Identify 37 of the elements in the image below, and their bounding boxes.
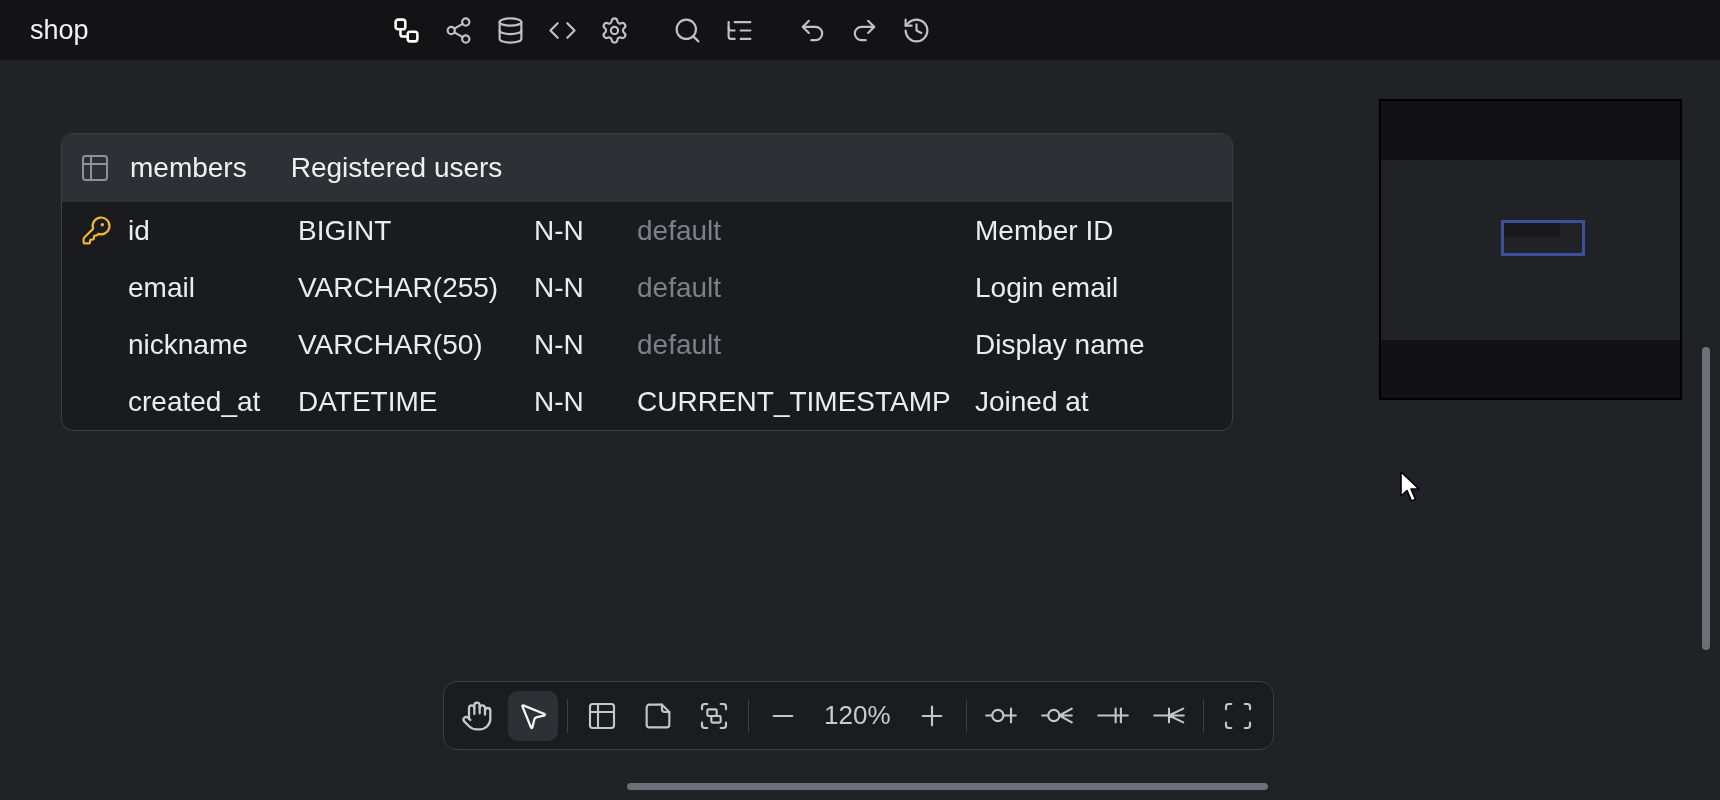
- column-name: created_at: [128, 385, 261, 418]
- column-type: VARCHAR(50): [298, 328, 483, 361]
- column-comment: Member ID: [975, 214, 1114, 247]
- column-comment: Joined at: [975, 385, 1089, 418]
- column-type: BIGINT: [298, 214, 392, 247]
- vertical-scrollbar[interactable]: [1702, 347, 1710, 650]
- column-comment: Display name: [975, 328, 1145, 361]
- zoom-level: 120%: [824, 700, 891, 731]
- column-comment: Login email: [975, 271, 1119, 304]
- column-type: VARCHAR(255): [298, 271, 499, 304]
- table-thumbnail: [1504, 223, 1560, 237]
- default-value: default: [637, 271, 722, 304]
- default-value: default: [637, 328, 722, 361]
- project-title: shop: [30, 14, 89, 46]
- null-constraint: N-N: [534, 214, 584, 247]
- settings-icon[interactable]: [599, 15, 629, 45]
- line-circle-fork-icon[interactable]: [1040, 706, 1073, 725]
- line-bar-fork-icon[interactable]: [1152, 706, 1185, 725]
- table-comment: Registered users: [290, 152, 503, 184]
- null-constraint: N-N: [534, 385, 584, 418]
- table-name: members: [130, 152, 247, 184]
- connected-squares-icon[interactable]: [391, 15, 421, 45]
- table-icon: [79, 152, 111, 184]
- line-circle-bar-icon[interactable]: [984, 706, 1017, 725]
- null-constraint: N-N: [534, 328, 584, 361]
- column-type: DATETIME: [298, 385, 438, 418]
- horizontal-scrollbar[interactable]: [627, 783, 1268, 790]
- mouse-cursor-icon: [1399, 470, 1423, 504]
- default-value: CURRENT_TIMESTAMP: [637, 385, 951, 418]
- pointer-tool-button[interactable]: [508, 690, 558, 741]
- default-value: default: [637, 214, 722, 247]
- column-name: id: [128, 214, 150, 247]
- column-name: email: [128, 271, 195, 304]
- column-name: nickname: [128, 328, 248, 361]
- hand-icon: [461, 699, 493, 732]
- line-double-bar-icon[interactable]: [1096, 706, 1129, 725]
- null-constraint: N-N: [534, 271, 584, 304]
